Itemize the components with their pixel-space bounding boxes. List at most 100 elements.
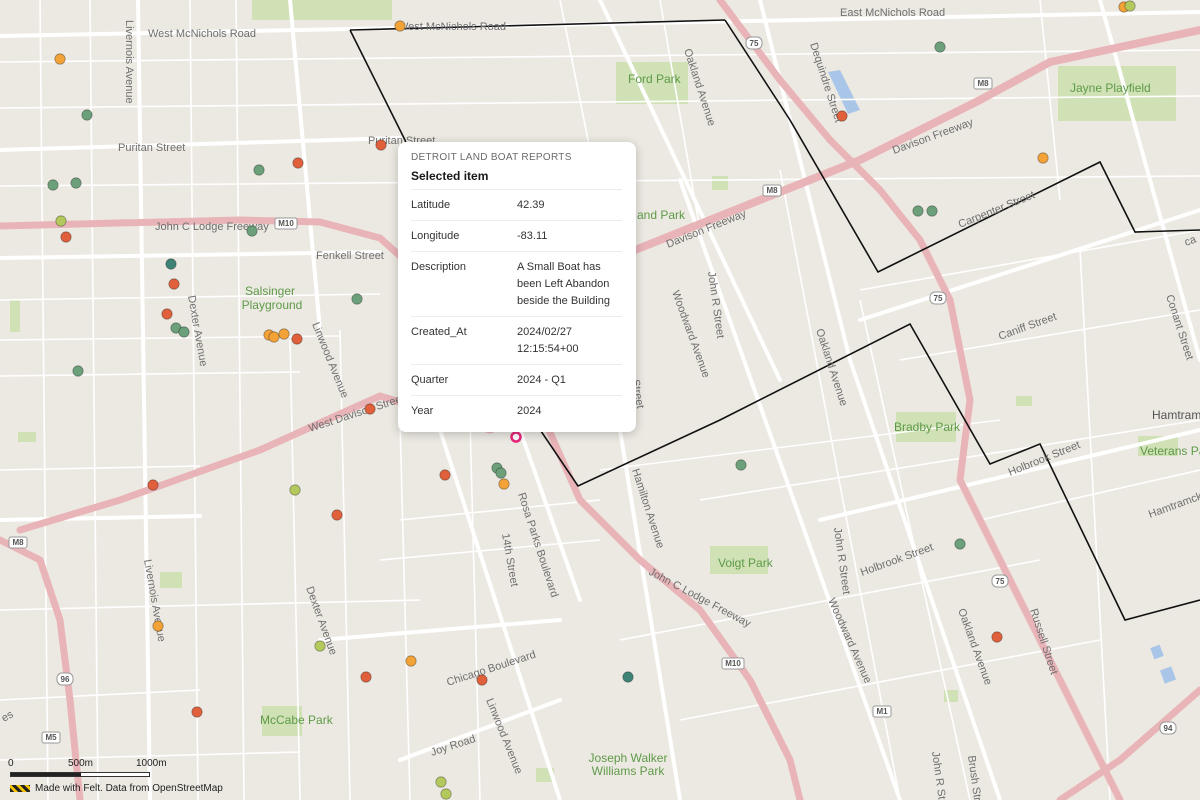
interstate-shield: 75: [929, 291, 947, 305]
svg-text:and Park: and Park: [637, 208, 686, 222]
svg-text:Playground: Playground: [242, 298, 303, 312]
report-marker[interactable]: [268, 331, 280, 343]
popup-row-latitude: Latitude 42.39: [411, 189, 622, 220]
svg-text:East McNichols Road: East McNichols Road: [840, 7, 945, 19]
popup-value: -83.11: [517, 230, 548, 242]
popup-value: 42.39: [517, 199, 545, 211]
svg-text:Fenkell Street: Fenkell Street: [316, 250, 384, 262]
report-marker[interactable]: [178, 326, 190, 338]
report-marker[interactable]: [495, 467, 507, 479]
report-marker[interactable]: [291, 333, 303, 345]
svg-text:Puritan Street: Puritan Street: [118, 142, 185, 154]
report-marker[interactable]: [289, 484, 301, 496]
svg-text:McCabe Park: McCabe Park: [260, 713, 334, 727]
svg-text:Salsinger: Salsinger: [245, 284, 295, 298]
report-marker[interactable]: [165, 258, 177, 270]
svg-text:Veterans Park: Veterans Park: [1140, 444, 1200, 458]
report-marker[interactable]: [314, 640, 326, 652]
report-marker[interactable]: [168, 278, 180, 290]
state-route-shield: M1: [872, 705, 892, 718]
report-marker[interactable]: [476, 674, 488, 686]
report-marker[interactable]: [440, 788, 452, 800]
report-marker[interactable]: [54, 53, 66, 65]
svg-text:Livernois Avenue: Livernois Avenue: [123, 20, 135, 104]
report-marker[interactable]: [360, 671, 372, 683]
report-marker[interactable]: [364, 403, 376, 415]
svg-text:Bradby Park: Bradby Park: [894, 420, 961, 434]
report-marker[interactable]: [147, 479, 159, 491]
svg-text:M5: M5: [45, 733, 57, 742]
report-marker[interactable]: [934, 41, 946, 53]
report-marker[interactable]: [394, 20, 406, 32]
state-route-shield: M5: [41, 731, 61, 744]
scale-label-zero: 0: [8, 758, 14, 769]
report-marker[interactable]: [498, 478, 510, 490]
report-marker[interactable]: [375, 139, 387, 151]
popup-row-year: Year 2024: [411, 395, 622, 426]
report-marker[interactable]: [278, 328, 290, 340]
report-marker[interactable]: [47, 179, 59, 191]
state-route-shield: M8: [762, 184, 782, 197]
svg-text:M1: M1: [876, 707, 888, 716]
popup-key: Latitude: [411, 199, 451, 211]
svg-text:Ford Park: Ford Park: [628, 72, 682, 86]
popup-row-description: Description A Small Boat has been Left A…: [411, 251, 622, 316]
report-marker[interactable]: [191, 706, 203, 718]
svg-text:M8: M8: [12, 538, 24, 547]
popup-key: Description: [411, 261, 467, 273]
report-marker[interactable]: [70, 177, 82, 189]
scale-bar-graphic: [10, 772, 150, 777]
svg-text:M8: M8: [766, 186, 778, 195]
report-marker[interactable]: [735, 459, 747, 471]
report-marker[interactable]: [253, 164, 265, 176]
report-marker[interactable]: [81, 109, 93, 121]
svg-text:West McNichols Road: West McNichols Road: [148, 28, 256, 40]
report-marker[interactable]: [926, 205, 938, 217]
report-marker[interactable]: [622, 671, 634, 683]
popup-layer-name: DETROIT LAND BOAT REPORTS: [411, 152, 572, 163]
report-marker[interactable]: [435, 776, 447, 788]
svg-text:West McNichols Road: West McNichols Road: [398, 21, 506, 33]
popup-key: Created_At: [411, 326, 467, 338]
svg-text:M8: M8: [977, 79, 989, 88]
selected-report-marker[interactable]: [510, 431, 522, 443]
state-route-shield: M10: [274, 217, 298, 230]
popup-key: Longitude: [411, 230, 460, 242]
state-route-shield: M8: [8, 536, 28, 549]
report-marker[interactable]: [1037, 152, 1049, 164]
report-marker[interactable]: [152, 620, 164, 632]
svg-text:75: 75: [750, 39, 759, 48]
report-marker[interactable]: [1124, 0, 1136, 12]
state-route-shield: M8: [973, 77, 993, 90]
report-marker[interactable]: [72, 365, 84, 377]
popup-key: Year: [411, 405, 434, 417]
svg-text:Williams Park: Williams Park: [592, 764, 666, 778]
report-marker[interactable]: [991, 631, 1003, 643]
report-marker[interactable]: [292, 157, 304, 169]
report-marker[interactable]: [55, 215, 67, 227]
report-marker[interactable]: [912, 205, 924, 217]
svg-text:Hamtram: Hamtram: [1152, 408, 1200, 422]
report-marker[interactable]: [954, 538, 966, 550]
report-marker[interactable]: [331, 509, 343, 521]
interstate-shield: 96: [56, 672, 74, 686]
svg-text:M10: M10: [725, 659, 741, 668]
svg-text:96: 96: [61, 675, 70, 684]
report-marker[interactable]: [351, 293, 363, 305]
attribution-text: Made with Felt. Data from OpenStreetMap: [35, 783, 223, 794]
felt-logo-icon: [10, 785, 30, 792]
report-marker[interactable]: [161, 308, 173, 320]
popup-value: 2024 - Q1: [517, 374, 566, 386]
report-marker[interactable]: [60, 231, 72, 243]
report-marker[interactable]: [246, 225, 258, 237]
attribution: Made with Felt. Data from OpenStreetMap: [10, 783, 223, 794]
svg-text:Voigt Park: Voigt Park: [718, 556, 774, 570]
report-marker[interactable]: [836, 110, 848, 122]
svg-text:75: 75: [996, 577, 1005, 586]
popup-value: 2024: [517, 405, 542, 417]
report-marker[interactable]: [439, 469, 451, 481]
interstate-shield: 75: [991, 574, 1009, 588]
svg-text:Joseph Walker: Joseph Walker: [589, 751, 668, 765]
popup-value: A Small Boat has been Left Abandon besid…: [517, 261, 610, 307]
report-marker[interactable]: [405, 655, 417, 667]
